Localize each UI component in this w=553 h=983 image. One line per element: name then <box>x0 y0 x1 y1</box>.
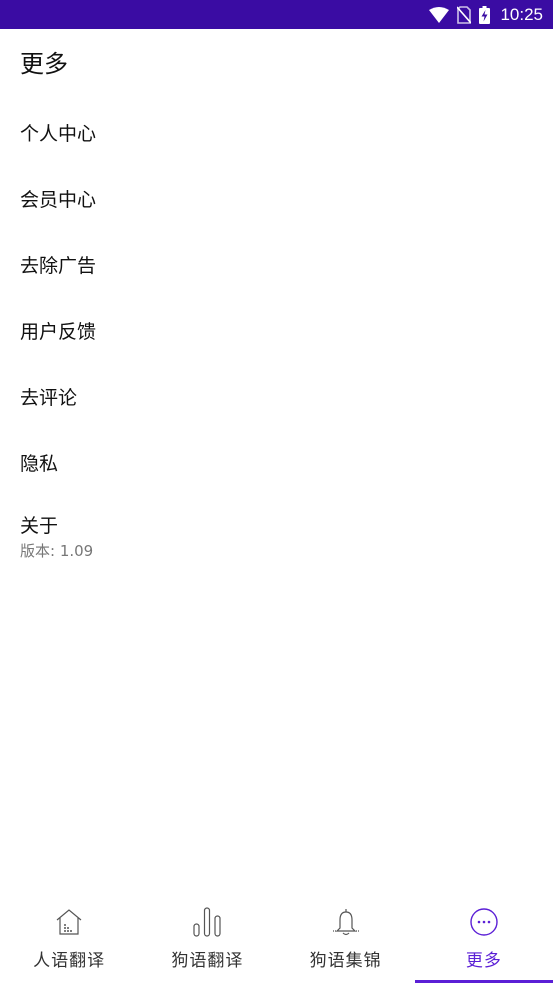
house-icon <box>53 906 85 938</box>
battery-charging-icon <box>479 5 491 24</box>
menu-item-profile[interactable]: 个人中心 <box>0 99 553 165</box>
version-text: 版本: 1.09 <box>20 542 94 560</box>
status-icons: 10:25 <box>429 0 543 29</box>
nav-label: 人语翻译 <box>33 951 106 971</box>
no-sim-icon <box>457 5 472 24</box>
menu-item-review[interactable]: 去评论 <box>0 363 553 429</box>
menu-item-label: 隐私 <box>20 452 59 475</box>
nav-human-translate[interactable]: 人语翻译 <box>0 895 138 983</box>
status-time: 10:25 <box>500 4 543 24</box>
menu-list: 个人中心 会员中心 去除广告 用户反馈 去评论 隐私 关于 版本: 1.09 <box>0 99 553 561</box>
menu-item-label: 个人中心 <box>20 122 97 145</box>
nav-label: 更多 <box>465 951 502 971</box>
menu-item-label: 去除广告 <box>20 254 97 277</box>
menu-item-label: 用户反馈 <box>20 320 97 343</box>
more-circle-icon <box>468 906 500 938</box>
menu-item-label: 去评论 <box>20 386 78 409</box>
nav-dog-collection[interactable]: 狗语集锦 <box>277 895 415 983</box>
menu-item-remove-ads[interactable]: 去除广告 <box>0 231 553 297</box>
menu-item-about[interactable]: 关于 版本: 1.09 <box>0 495 553 561</box>
nav-label: 狗语翻译 <box>171 951 244 971</box>
menu-item-label: 会员中心 <box>20 188 97 211</box>
nav-more[interactable]: 更多 <box>414 895 553 983</box>
menu-item-label: 关于 <box>20 515 59 537</box>
status-bar: 10:25 <box>0 0 553 29</box>
wifi-icon <box>429 6 450 23</box>
menu-item-feedback[interactable]: 用户反馈 <box>0 297 553 363</box>
nav-dog-translate[interactable]: 狗语翻译 <box>138 895 276 983</box>
nav-label: 狗语集锦 <box>309 951 382 971</box>
bell-icon <box>330 906 362 938</box>
menu-item-privacy[interactable]: 隐私 <box>0 429 553 495</box>
bars-icon <box>191 906 223 938</box>
menu-item-membership[interactable]: 会员中心 <box>0 165 553 231</box>
bottom-nav: 人语翻译 狗语翻译 狗语集锦 更多 <box>0 895 553 983</box>
page-title: 更多 <box>20 50 68 78</box>
